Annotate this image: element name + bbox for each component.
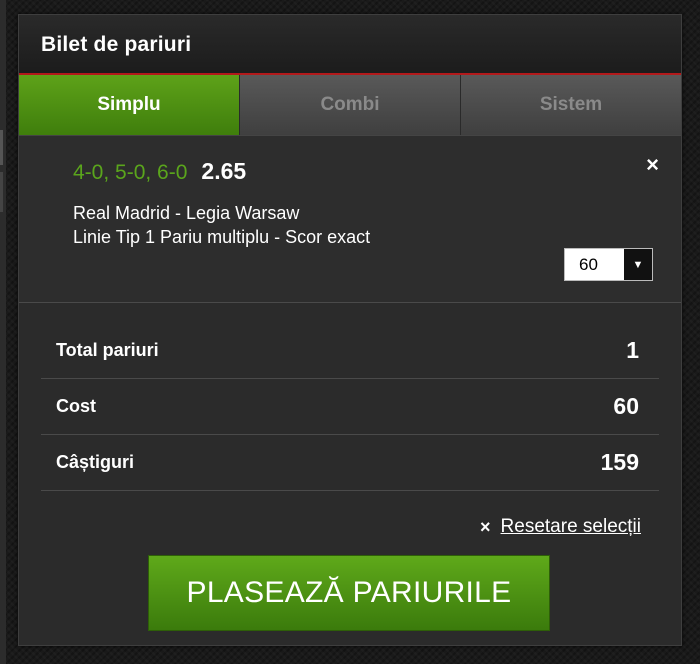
reset-selections-label: Resetare selecții [500, 516, 641, 537]
stake-value: 60 [579, 254, 598, 274]
bet-slip-title: Bilet de pariuri [41, 33, 192, 56]
bet-selection: 4-0, 5-0, 6-0 2.65 Real Madrid - Legia W… [19, 135, 681, 303]
bet-summary: Total pariuri 1 Cost 60 Câștiguri 159 [41, 323, 659, 491]
tab-combi[interactable]: Combi [239, 75, 460, 135]
reset-selections-link[interactable]: × Resetare selecții [480, 516, 641, 538]
summary-row-cost: Cost 60 [41, 379, 659, 435]
place-bets-button[interactable]: PLASEAZĂ PARIURILE [148, 555, 550, 631]
tab-sistem[interactable]: Sistem [460, 75, 681, 135]
summary-value: 60 [613, 393, 639, 419]
selection-scores: 4-0, 5-0, 6-0 [73, 161, 188, 184]
summary-row-total-bets: Total pariuri 1 [41, 323, 659, 379]
selection-match: Real Madrid - Legia Warsaw [73, 203, 300, 223]
summary-label: Total pariuri [56, 340, 159, 360]
bet-slip-panel: Bilet de pariuri Simplu Combi Sistem 4-0… [18, 14, 682, 646]
summary-label: Câștiguri [56, 452, 135, 472]
summary-value: 1 [626, 337, 639, 363]
summary-value: 159 [600, 449, 639, 475]
selection-odds: 2.65 [201, 158, 247, 184]
close-icon: × [480, 516, 491, 537]
background-strip [0, 0, 6, 664]
remove-selection-icon[interactable]: × [646, 152, 659, 178]
summary-label: Cost [56, 396, 96, 416]
bet-slip-header: Bilet de pariuri [19, 15, 681, 75]
chevron-down-icon[interactable]: ▼ [624, 249, 652, 280]
summary-row-winnings: Câștiguri 159 [41, 435, 659, 491]
strip-marker [0, 172, 3, 212]
stake-select[interactable]: 60 ▼ [564, 248, 653, 281]
bet-type-tabs: Simplu Combi Sistem [19, 75, 681, 135]
selection-market: Linie Tip 1 Pariu multiplu - Scor exact [73, 227, 371, 247]
selection-headline: 4-0, 5-0, 6-0 2.65 [73, 158, 246, 185]
tab-simplu[interactable]: Simplu [19, 75, 239, 135]
strip-marker [0, 130, 3, 165]
